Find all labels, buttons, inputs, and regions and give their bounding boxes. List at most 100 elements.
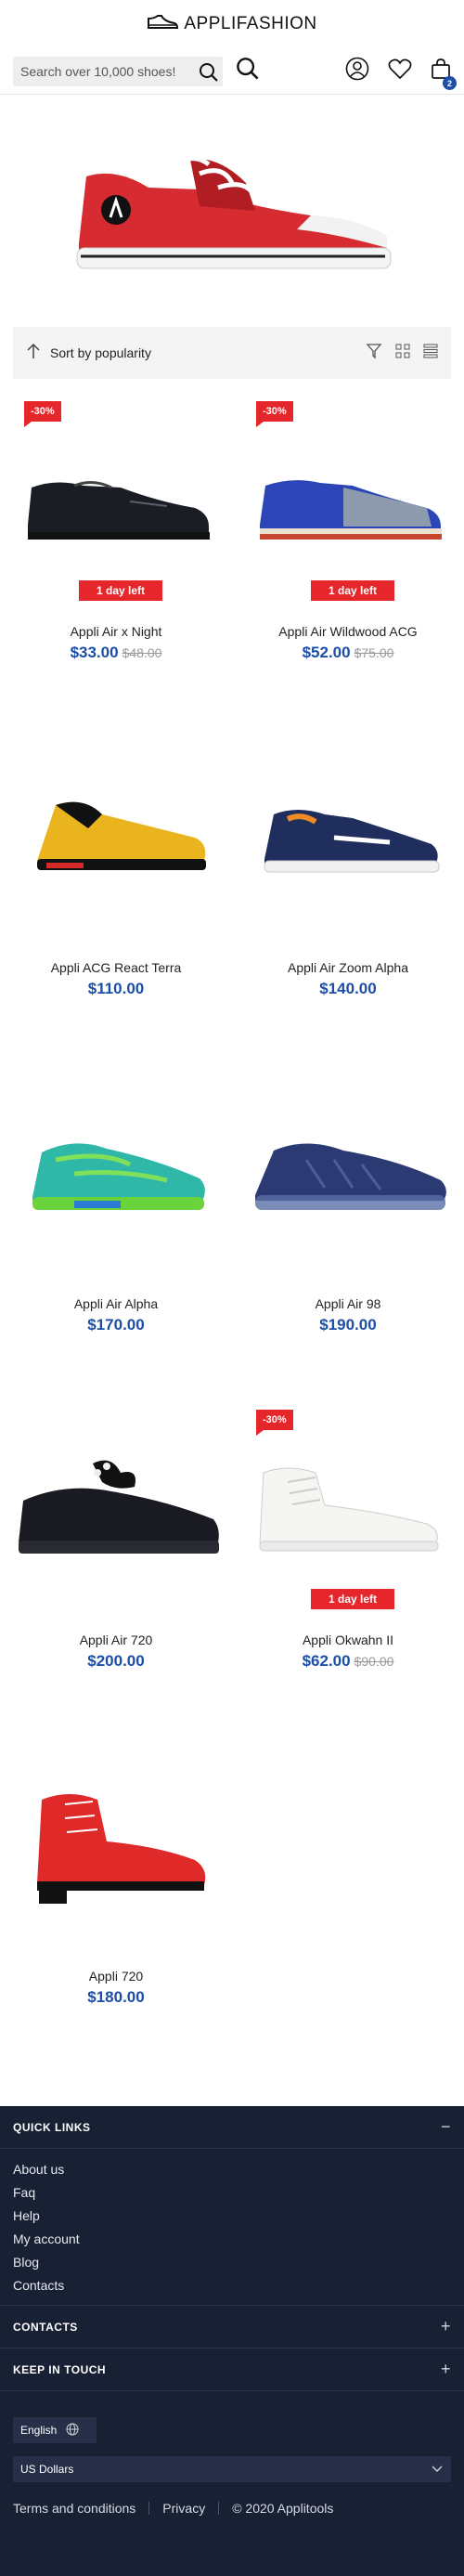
expand-icon[interactable]: + <box>441 2317 451 2336</box>
search-icon[interactable] <box>199 62 219 87</box>
footer-link-contacts[interactable]: Contacts <box>13 2274 451 2297</box>
product-image[interactable] <box>0 1099 232 1248</box>
shoe-logo-icon[interactable] <box>147 13 179 36</box>
product-card[interactable]: Appli Air Zoom Alpha $140.00 <box>232 726 464 1062</box>
search-input[interactable] <box>20 63 197 79</box>
product-image[interactable] <box>232 1436 464 1584</box>
wishlist-heart-icon[interactable] <box>388 58 412 85</box>
product-card[interactable]: Appli Air 720 $200.00 <box>0 1399 232 1735</box>
current-price: $190.00 <box>319 1316 377 1334</box>
quick-links-title: QUICK LINKS <box>13 2120 91 2134</box>
product-card[interactable]: Appli Air 98 $190.00 <box>232 1062 464 1399</box>
product-name[interactable]: Appli Okwahn II <box>232 1633 464 1647</box>
footer-link-account[interactable]: My account <box>13 2228 451 2251</box>
hero-sneaker-image <box>76 144 392 269</box>
divider <box>218 2502 220 2515</box>
product-name[interactable]: Appli Air 720 <box>0 1633 232 1647</box>
product-price: $190.00 <box>232 1316 464 1334</box>
current-price: $62.00 <box>302 1652 351 1670</box>
search-box[interactable] <box>13 56 223 87</box>
chevron-down-icon <box>431 2463 444 2476</box>
language-label: English <box>20 2424 58 2437</box>
cart-button[interactable]: 2 <box>431 58 457 90</box>
page: APPLIFASHION 2 <box>0 0 464 2576</box>
currency-label: US Dollars <box>20 2463 74 2476</box>
product-image[interactable] <box>0 1436 232 1584</box>
old-price: $75.00 <box>354 645 394 660</box>
currency-selector[interactable]: US Dollars <box>13 2456 451 2482</box>
countdown-badge: 1 day left <box>311 580 394 601</box>
product-image[interactable] <box>0 1772 232 1920</box>
product-price: $200.00 <box>0 1652 232 1671</box>
footer-link-blog[interactable]: Blog <box>13 2251 451 2274</box>
divider <box>148 2502 150 2515</box>
countdown-badge: 1 day left <box>311 1589 394 1609</box>
footer-link-about[interactable]: About us <box>13 2158 451 2181</box>
terms-link[interactable]: Terms and conditions <box>13 2501 135 2516</box>
product-image[interactable] <box>232 763 464 912</box>
product-image[interactable] <box>232 427 464 576</box>
product-card[interactable]: Appli ACG React Terra $110.00 <box>0 726 232 1062</box>
quick-links-header[interactable]: QUICK LINKS − <box>0 2106 464 2149</box>
keep-in-touch-title: KEEP IN TOUCH <box>13 2362 107 2376</box>
product-card[interactable]: -30% 1 day left Appli Air x Night $33.00… <box>0 390 232 726</box>
footer-link-faq[interactable]: Faq <box>13 2181 451 2205</box>
old-price: $48.00 <box>122 645 162 660</box>
filter-icon[interactable] <box>366 343 382 364</box>
contacts-header[interactable]: CONTACTS + <box>0 2306 464 2348</box>
globe-icon <box>66 2423 79 2439</box>
current-price: $170.00 <box>87 1316 145 1334</box>
list-view-icon[interactable] <box>423 344 438 363</box>
product-price: $52.00 $75.00 <box>232 644 464 662</box>
product-name[interactable]: Appli Air Wildwood ACG <box>232 624 464 639</box>
quick-links-list: About us Faq Help My account Blog Contac… <box>0 2149 464 2306</box>
discount-badge: -30% <box>24 401 61 427</box>
sort-bar: Sort by popularity <box>13 327 451 379</box>
current-price: $200.00 <box>87 1652 145 1670</box>
product-name[interactable]: Appli Air Alpha <box>0 1296 232 1311</box>
product-name[interactable]: Appli Air Zoom Alpha <box>232 960 464 975</box>
current-price: $180.00 <box>87 1988 145 2006</box>
keep-in-touch-header[interactable]: KEEP IN TOUCH + <box>0 2348 464 2391</box>
product-card[interactable]: Appli Air Alpha $170.00 <box>0 1062 232 1399</box>
collapse-icon[interactable]: − <box>441 2117 451 2137</box>
header-actions: 2 <box>345 57 457 90</box>
sort-arrow-icon[interactable] <box>26 343 41 364</box>
cart-count-badge: 2 <box>443 76 457 90</box>
logo-text[interactable]: APPLIFASHION <box>184 14 316 34</box>
footer-link-help[interactable]: Help <box>13 2205 451 2228</box>
product-image[interactable] <box>0 427 232 576</box>
contacts-title: CONTACTS <box>13 2320 78 2334</box>
product-name[interactable]: Appli Air x Night <box>0 624 232 639</box>
product-card[interactable]: -30% 1 day left Appli Okwahn II $62.00 $9… <box>232 1399 464 1735</box>
product-price: $110.00 <box>0 980 232 998</box>
product-price: $170.00 <box>0 1316 232 1334</box>
product-card[interactable]: Appli 720 $180.00 <box>0 1735 232 2071</box>
discount-badge: -30% <box>256 401 293 427</box>
discount-badge: -30% <box>256 1410 293 1436</box>
current-price: $52.00 <box>302 644 351 661</box>
current-price: $110.00 <box>87 980 145 997</box>
countdown-badge: 1 day left <box>79 580 162 601</box>
product-name[interactable]: Appli ACG React Terra <box>0 960 232 975</box>
product-image[interactable] <box>232 1099 464 1248</box>
logo-bar: APPLIFASHION <box>0 0 464 48</box>
sort-label[interactable]: Sort by popularity <box>50 345 151 360</box>
product-price: $62.00 $90.00 <box>232 1652 464 1671</box>
search-submit-icon[interactable] <box>236 57 260 85</box>
account-icon[interactable] <box>345 57 369 85</box>
old-price: $90.00 <box>354 1654 394 1669</box>
grid-view-icon[interactable] <box>395 344 410 363</box>
privacy-link[interactable]: Privacy <box>162 2501 205 2516</box>
product-name[interactable]: Appli 720 <box>0 1969 232 1984</box>
product-image[interactable] <box>0 763 232 912</box>
current-price: $33.00 <box>70 644 119 661</box>
product-price: $180.00 <box>0 1988 232 2007</box>
expand-icon[interactable]: + <box>441 2360 451 2379</box>
view-tools <box>366 343 438 364</box>
product-card[interactable]: -30% 1 day left Appli Air Wildwood ACG $… <box>232 390 464 726</box>
language-selector[interactable]: English <box>13 2417 97 2443</box>
hero-banner <box>0 95 464 327</box>
product-name[interactable]: Appli Air 98 <box>232 1296 464 1311</box>
search-row: 2 <box>0 48 464 95</box>
